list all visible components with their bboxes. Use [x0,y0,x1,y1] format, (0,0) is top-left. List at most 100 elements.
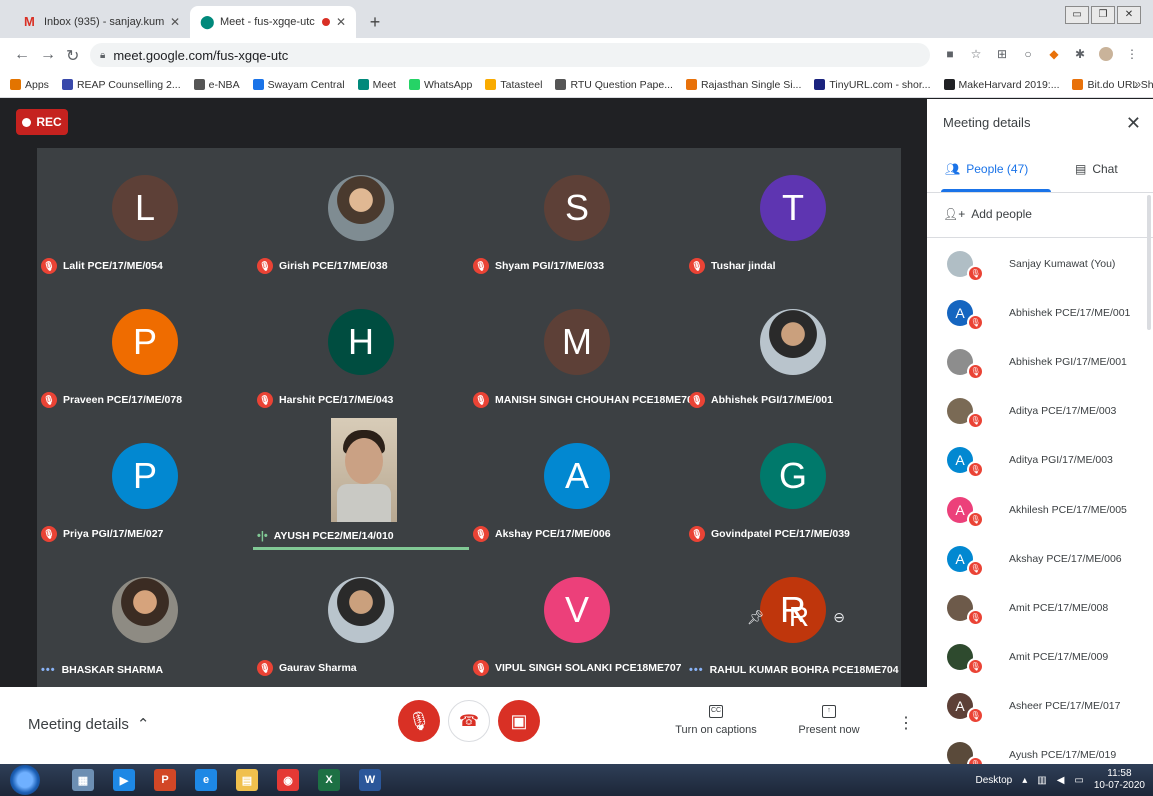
more-options-icon[interactable]: ⋮ [898,713,914,733]
camera-icon[interactable]: ■ [943,47,957,61]
chevron-up-icon: ⌃ [136,716,150,733]
more-bookmarks-icon[interactable]: » [1134,77,1141,91]
participant-tile[interactable]: P 🎙︎ Priya PGI/17/ME/027 [37,416,253,550]
taskbar-app-button[interactable]: ▦ [66,767,100,793]
mic-off-icon: 🎙︎ [967,313,984,331]
bookmark-label: Swayam Central [267,78,345,91]
new-tab-button[interactable]: + [364,12,386,34]
taskbar-app-button[interactable]: ▤ [230,767,264,793]
mic-toggle-button[interactable]: 🎙︎ [398,700,440,742]
participant-tile[interactable]: G 🎙︎ Govindpatel PCE/17/ME/039 [685,416,901,550]
omnibox[interactable]: 🔒︎ meet.google.com/fus-xgqe-utc [90,43,930,67]
present-now-button[interactable]: ↑ Present now [779,705,879,736]
desktop-toolbar[interactable]: Desktop [976,775,1013,786]
people-list-item[interactable]: A 🎙︎ Abhishek PCE/17/ME/001 [927,288,1153,337]
hang-up-icon: ☎︎ [459,713,479,730]
participant-tile[interactable]: L 🎙︎ Lalit PCE/17/ME/054 [37,148,253,282]
remove-icon[interactable]: ⊖ [833,609,845,626]
captions-icon: CC [709,705,723,718]
participant-tile[interactable]: P 🎙︎ Praveen PCE/17/ME/078 [37,282,253,416]
forward-arrow-icon[interactable]: → [40,46,56,64]
bookmark-item[interactable]: TinyURL.com - shor... [814,79,931,91]
participant-tile[interactable]: H 🎙︎ Harshit PCE/17/ME/043 [253,282,469,416]
participant-avatar: H [328,309,394,375]
bookmark-item[interactable]: e-NBA [193,79,240,91]
back-arrow-icon[interactable]: ← [14,46,30,64]
volume-icon[interactable]: ◀ [1057,775,1065,786]
meeting-details-toggle[interactable]: Meeting details ⌃ [28,715,150,734]
participant-tile[interactable]: A 🎙︎ Akshay PCE/17/ME/006 [469,416,685,550]
bookmark-item[interactable]: RTU Question Pape... [555,79,673,91]
taskbar-app-button[interactable]: X [312,767,346,793]
people-list-item[interactable]: 🎙︎ Amit PCE/17/ME/008 [927,583,1153,632]
taskbar-app-button[interactable]: W [353,767,387,793]
profile-icon[interactable] [1099,47,1113,61]
network-icon[interactable]: ▥ [1037,775,1046,786]
people-list-item[interactable]: 🎙︎ Abhishek PGI/17/ME/001 [927,337,1153,386]
chevron-up-icon[interactable]: ▴ [1022,775,1027,786]
participant-tile[interactable]: ••• BHASKAR SHARMA [37,550,253,684]
reload-icon[interactable]: ↻ [66,46,79,66]
clock-time: 11:58 [1107,768,1132,779]
mic-off-icon: 🎙︎ [967,658,984,676]
people-list-item[interactable]: A 🎙︎ Asheer PCE/17/ME/017 [927,682,1153,731]
captions-button[interactable]: CC Turn on captions [666,705,766,736]
participant-tile[interactable]: •|• AYUSH PCE2/ME/14/010 [253,416,469,550]
lock-icon: 🔒︎ [100,49,106,61]
tab-chat[interactable]: ▤ Chat [1075,162,1118,176]
people-list-item[interactable]: A 🎙︎ Akhilesh PCE/17/ME/005 [927,485,1153,534]
taskbar-app-button[interactable]: ▶ [107,767,141,793]
action-center-icon[interactable]: ▭ [1074,775,1083,786]
bookmark-item[interactable]: REAP Counselling 2... [61,79,181,91]
close-tab-icon[interactable]: ✕ [170,15,180,29]
people-list-item[interactable]: 🎙︎ Aditya PCE/17/ME/003 [927,387,1153,436]
participant-tile[interactable]: S 🎙︎ Shyam PGI/17/ME/033 [469,148,685,282]
taskbar-app-button[interactable]: ◉ [271,767,305,793]
close-tab-icon[interactable]: ✕ [336,15,346,29]
people-list-item[interactable]: 🎙︎ Ayush PCE/17/ME/019 [927,731,1153,764]
bookmark-item[interactable]: Meet [357,79,396,91]
add-people-button[interactable]: 👤︎+ Add people [943,207,1032,221]
participant-name: Sanjay Kumawat (You) [1009,257,1116,270]
participant-tile[interactable]: 🎙︎ Girish PCE/17/ME/038 [253,148,469,282]
restore-icon[interactable]: ❐ [1091,6,1115,24]
tab-people[interactable]: 👥︎ People (47) [945,162,1028,176]
taskbar-app-button[interactable]: e [189,767,223,793]
tab-gmail[interactable]: M Inbox (935) - sanjay.kumawat@p ✕ [14,6,190,38]
panel-scrollbar[interactable] [1147,195,1151,330]
circle-icon[interactable]: ○ [1021,47,1035,61]
participant-tile[interactable]: M 🎙︎ MANISH SINGH CHOUHAN PCE18ME703 [469,282,699,416]
bookmark-item[interactable]: MakeHarvard 2019:... [943,79,1059,91]
bookmark-item[interactable]: Swayam Central [252,78,345,91]
start-button[interactable] [10,765,40,795]
people-list-item[interactable]: 🎙︎ Sanjay Kumawat (You) [927,239,1153,288]
grid-icon[interactable]: ⊞ [995,47,1009,61]
bookmark-item[interactable]: WhatsApp [408,79,472,91]
extension-icon[interactable]: ◆ [1047,47,1061,61]
leave-call-button[interactable]: ☎︎ [448,700,490,742]
participant-tile[interactable]: 🎙︎ Abhishek PGI/17/ME/001 [685,282,901,416]
bookmark-item[interactable]: Tatasteel [485,79,542,91]
close-panel-icon[interactable]: ✕ [1126,113,1141,134]
participant-tile[interactable]: 🎙︎ Gaurav Sharma [253,550,469,684]
people-list-item[interactable]: A 🎙︎ Aditya PGI/17/ME/003 [927,436,1153,485]
participant-name-row: 🎙︎ Govindpatel PCE/17/ME/039 [689,526,850,542]
bookmark-item[interactable]: Rajasthan Single Si... [685,79,801,91]
close-window-icon[interactable]: ✕ [1117,6,1141,24]
participant-name: Gaurav Sharma [279,662,357,674]
people-list-item[interactable]: A 🎙︎ Akshay PCE/17/ME/006 [927,534,1153,583]
tab-meet[interactable]: ⬤ Meet - fus-xgqe-utc ✕ [190,6,356,38]
clock[interactable]: 11:58 10-07-2020 [1094,768,1145,792]
menu-kebab-icon[interactable]: ⋮ [1125,47,1139,61]
video-body [337,484,391,522]
pin-icon[interactable]: 📌︎ [747,609,765,626]
puzzle-icon[interactable]: ✱ [1073,47,1087,61]
participant-tile[interactable]: V 🎙︎ VIPUL SINGH SOLANKI PCE18ME707 [469,550,685,684]
star-icon[interactable]: ☆ [969,47,983,61]
camera-toggle-button[interactable]: ▣ [498,700,540,742]
participant-tile[interactable]: T 🎙︎ Tushar jindal [685,148,901,282]
people-list-item[interactable]: 🎙︎ Amit PCE/17/ME/009 [927,633,1153,682]
taskbar-app-button[interactable]: P [148,767,182,793]
minimize-icon[interactable]: ▭ [1065,6,1089,24]
bookmark-item[interactable]: Apps [10,79,49,91]
